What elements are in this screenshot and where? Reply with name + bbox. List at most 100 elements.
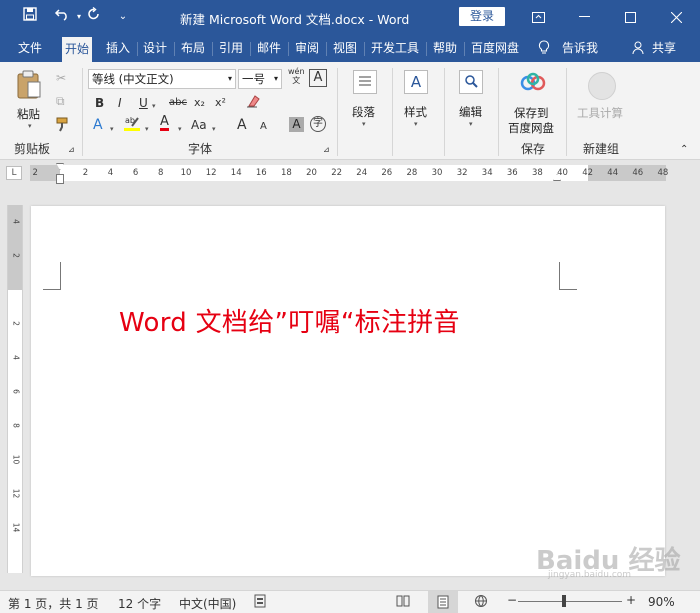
tab-file[interactable]: 文件 bbox=[18, 34, 42, 62]
highlight-icon[interactable]: ab bbox=[123, 114, 141, 138]
ruler-tick-label: 6 bbox=[132, 168, 139, 178]
paragraph-dropdown-icon[interactable]: ▾ bbox=[362, 120, 366, 128]
save-to-baidu-line2[interactable]: 百度网盘 bbox=[508, 120, 554, 136]
font-size-combo[interactable]: 一号 ▾ bbox=[238, 69, 282, 89]
tab-help[interactable]: 帮助 bbox=[433, 34, 457, 62]
phonetic-guide-icon[interactable]: wén 文 bbox=[288, 67, 305, 85]
editing-dropdown-icon[interactable]: ▾ bbox=[469, 120, 473, 128]
subscript-button[interactable]: x₂ bbox=[194, 95, 205, 111]
styles-icon[interactable]: A bbox=[404, 70, 428, 94]
font-launcher-icon[interactable]: ⊿ bbox=[323, 142, 330, 158]
save-group-label: 保存 bbox=[521, 142, 546, 156]
character-border-icon[interactable]: A bbox=[309, 69, 327, 87]
grow-font-button[interactable]: A bbox=[237, 117, 247, 133]
vertical-ruler-tick-label: 10 bbox=[11, 454, 21, 465]
lightbulb-icon bbox=[538, 34, 550, 62]
status-bar: 第 1 页，共 1 页 12 个字 中文(中国) − + 90% bbox=[0, 590, 700, 613]
close-button[interactable] bbox=[653, 0, 699, 34]
font-name-value: 等线 (中文正文) bbox=[92, 72, 174, 86]
collapse-ribbon-icon[interactable]: ⌃ bbox=[680, 142, 688, 158]
document-text[interactable]: Word 文档给”叮嘱“标注拼音 bbox=[119, 302, 460, 339]
tab-view[interactable]: 视图 bbox=[333, 34, 357, 62]
tab-layout[interactable]: 布局 bbox=[181, 34, 205, 62]
print-layout-icon[interactable] bbox=[428, 591, 458, 613]
text-effects-button[interactable]: A bbox=[93, 117, 103, 133]
font-name-combo[interactable]: 等线 (中文正文) ▾ bbox=[88, 69, 236, 89]
zoom-in-icon[interactable]: + bbox=[626, 593, 636, 607]
paste-button-label[interactable]: 粘贴 bbox=[17, 106, 40, 122]
tell-me-search[interactable]: 告诉我 bbox=[562, 34, 598, 62]
login-button[interactable]: 登录 bbox=[459, 7, 505, 26]
baidu-netdisk-icon[interactable] bbox=[519, 72, 547, 98]
tab-selector[interactable]: L bbox=[6, 166, 22, 180]
clear-formatting-icon[interactable] bbox=[245, 94, 261, 112]
language-indicator[interactable]: 中文(中国) bbox=[179, 595, 236, 612]
ruler-tick-label: 20 bbox=[306, 168, 317, 178]
ruler-tick-label: 42 bbox=[582, 168, 594, 178]
styles-dropdown-icon[interactable]: ▾ bbox=[414, 120, 418, 128]
font-name-dropdown-icon[interactable]: ▾ bbox=[228, 70, 232, 88]
font-size-dropdown-icon[interactable]: ▾ bbox=[274, 70, 278, 88]
bold-button[interactable]: B bbox=[95, 95, 104, 111]
paragraph-icon[interactable] bbox=[353, 70, 377, 94]
tab-insert[interactable]: 插入 bbox=[106, 34, 130, 62]
zoom-out-icon[interactable]: − bbox=[507, 593, 517, 607]
ribbon-display-options-icon[interactable] bbox=[515, 0, 561, 34]
character-shading-button[interactable]: A bbox=[289, 117, 304, 132]
copy-icon[interactable]: ⧉ bbox=[56, 93, 65, 109]
tab-baidu-netdisk[interactable]: 百度网盘 bbox=[471, 34, 519, 62]
change-case-dropdown-icon[interactable]: ▾ bbox=[212, 121, 216, 137]
styles-button-label[interactable]: 样式 bbox=[404, 104, 427, 120]
page-count[interactable]: 第 1 页，共 1 页 bbox=[8, 595, 99, 612]
word-count[interactable]: 12 个字 bbox=[118, 595, 161, 612]
paste-icon[interactable] bbox=[16, 70, 42, 103]
macro-record-icon[interactable] bbox=[254, 594, 266, 611]
tab-review[interactable]: 审阅 bbox=[295, 34, 319, 62]
save-icon[interactable] bbox=[20, 7, 40, 27]
document-page[interactable]: Word 文档给”叮嘱“标注拼音 bbox=[31, 206, 665, 576]
editing-button-label[interactable]: 编辑 bbox=[459, 104, 482, 120]
zoom-slider-thumb[interactable] bbox=[562, 595, 567, 607]
new-group-label: 新建组 bbox=[583, 142, 620, 156]
read-mode-icon[interactable] bbox=[396, 594, 410, 611]
maximize-button[interactable] bbox=[607, 0, 653, 34]
zoom-level[interactable]: 90% bbox=[648, 595, 675, 609]
strikethrough-button[interactable]: abc bbox=[169, 95, 187, 111]
superscript-button[interactable]: x² bbox=[215, 95, 226, 111]
minimize-button[interactable] bbox=[561, 0, 607, 34]
text-effects-dropdown-icon[interactable]: ▾ bbox=[110, 121, 114, 137]
cut-icon[interactable]: ✂ bbox=[56, 70, 66, 86]
tab-design[interactable]: 设计 bbox=[143, 34, 167, 62]
change-case-button[interactable]: Aa bbox=[191, 117, 207, 133]
tab-home[interactable]: 开始 bbox=[62, 37, 93, 62]
tab-mailings[interactable]: 邮件 bbox=[257, 34, 281, 62]
tab-references[interactable]: 引用 bbox=[219, 34, 243, 62]
horizontal-ruler[interactable]: 2 2 4 6 8 10 12 14 16 18 20 22 24 26 28 30 32 34 36 38 40 42 4… bbox=[30, 163, 668, 184]
share-icon[interactable] bbox=[632, 34, 644, 62]
font-color-dropdown-icon[interactable]: ▾ bbox=[178, 121, 182, 137]
underline-dropdown-icon[interactable]: ▾ bbox=[152, 98, 156, 114]
web-layout-icon[interactable] bbox=[474, 594, 488, 611]
clipboard-launcher-icon[interactable]: ⊿ bbox=[68, 142, 75, 158]
customize-toolbar-icon[interactable]: ⌄ bbox=[113, 7, 133, 27]
paragraph-button-label[interactable]: 段落 bbox=[352, 104, 375, 120]
underline-button[interactable]: U bbox=[139, 95, 148, 111]
enclose-characters-icon[interactable]: 字 bbox=[310, 116, 326, 132]
paste-dropdown-icon[interactable]: ▾ bbox=[28, 122, 32, 130]
save-to-baidu-line1[interactable]: 保存到 bbox=[514, 105, 549, 121]
ribbon-tab-bar: 文件 开始 插入 设计 布局 引用 邮件 审阅 视图 开发工具 帮助 百度网盘 … bbox=[0, 34, 700, 62]
font-color-button[interactable]: A bbox=[160, 115, 169, 131]
share-button[interactable]: 共享 bbox=[652, 34, 676, 62]
ruler-tick-label: 34 bbox=[481, 168, 493, 178]
zoom-slider-track[interactable] bbox=[518, 601, 622, 602]
italic-button[interactable]: I bbox=[118, 95, 122, 111]
format-painter-icon[interactable] bbox=[55, 116, 71, 136]
shrink-font-button[interactable]: A bbox=[260, 119, 267, 135]
watermark-url: jingyan.baidu.com bbox=[548, 570, 632, 580]
redo-icon[interactable] bbox=[84, 6, 104, 27]
left-indent-marker[interactable] bbox=[56, 174, 64, 184]
search-icon[interactable] bbox=[459, 70, 483, 94]
highlight-dropdown-icon[interactable]: ▾ bbox=[145, 121, 149, 137]
vertical-ruler[interactable]: 4 2 2 4 6 8 10 12 14 bbox=[7, 205, 23, 573]
tab-developer[interactable]: 开发工具 bbox=[371, 34, 419, 62]
